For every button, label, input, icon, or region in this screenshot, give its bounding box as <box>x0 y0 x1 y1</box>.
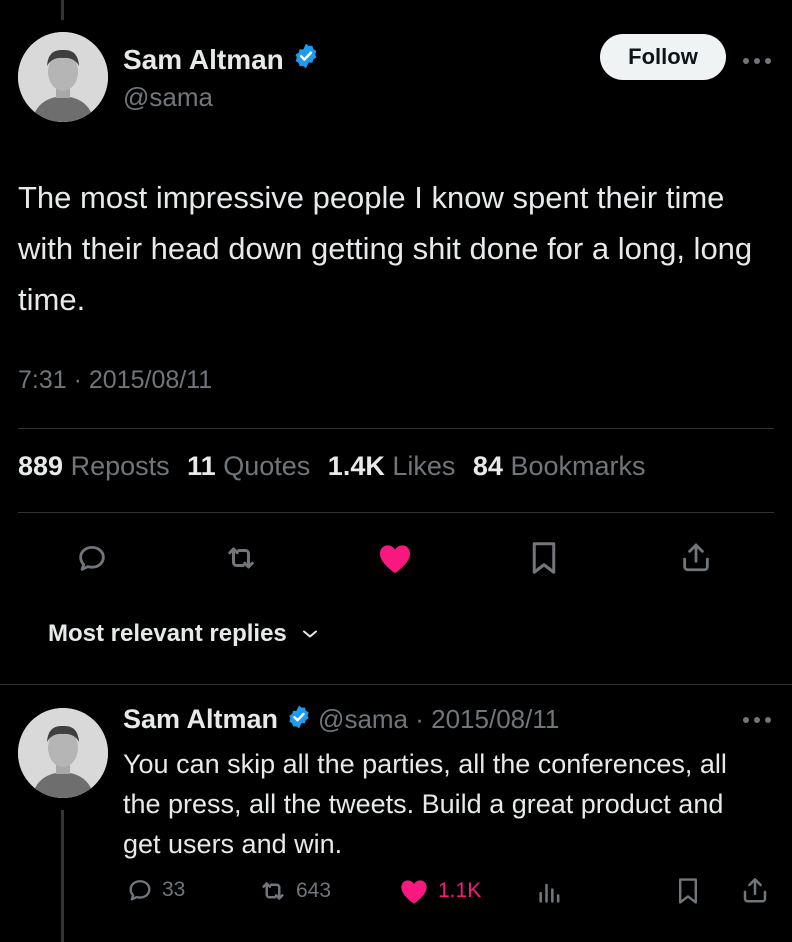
repost-icon <box>262 882 284 900</box>
tweet-timestamp[interactable]: 7:31 · 2015/08/11 <box>18 366 212 395</box>
reply-avatar[interactable] <box>18 708 108 798</box>
like-button[interactable] <box>374 538 416 578</box>
avatar-photo <box>18 32 108 122</box>
more-icon[interactable] <box>742 42 772 73</box>
heart-icon <box>379 545 411 574</box>
reply-author-name[interactable]: Sam Altman <box>123 704 278 735</box>
author-handle[interactable]: @sama <box>123 82 213 113</box>
bookmark-icon <box>532 542 556 574</box>
reply-bookmark-button[interactable] <box>676 876 700 906</box>
bookmark-button[interactable] <box>526 538 562 578</box>
reply-reply-button[interactable]: 33 <box>126 876 185 904</box>
reply-analytics-button[interactable] <box>536 878 564 906</box>
share-icon <box>743 878 767 903</box>
reply-icon <box>79 545 105 571</box>
replies-filter[interactable]: Most relevant replies <box>48 620 319 648</box>
author-name[interactable]: Sam Altman <box>123 44 284 76</box>
likes-stat[interactable]: 1.4K Likes <box>328 451 456 481</box>
follow-button[interactable]: Follow <box>600 34 726 80</box>
reply-repost-button[interactable]: 643 <box>258 876 331 906</box>
verified-badge-icon <box>286 704 312 735</box>
reply-text: You can skip all the parties, all the co… <box>123 749 727 859</box>
share-button[interactable] <box>676 536 716 578</box>
tweet-text: The most impressive people I know spent … <box>18 180 753 317</box>
repost-count: 643 <box>296 879 332 902</box>
divider <box>0 684 792 685</box>
engagement-stats: 889 Reposts 11 Quotes 1.4K Likes 84 Book… <box>18 451 646 482</box>
reply-like-button[interactable]: 1.1K <box>398 876 481 906</box>
tweet-time: 7:31 <box>18 366 67 394</box>
reply-count: 33 <box>162 878 186 901</box>
avatar[interactable] <box>18 32 108 122</box>
quotes-stat[interactable]: 11 Quotes <box>187 451 310 481</box>
author-name-row[interactable]: Sam Altman <box>123 42 320 77</box>
repost-icon <box>228 547 254 569</box>
analytics-icon <box>539 883 560 903</box>
bookmark-icon <box>679 878 697 904</box>
divider <box>18 512 774 513</box>
verified-badge-icon <box>292 42 320 77</box>
reply-header: Sam Altman @sama · 2015/08/11 <box>123 704 559 735</box>
share-icon <box>683 543 709 572</box>
repost-button[interactable] <box>220 538 262 578</box>
divider <box>18 428 774 429</box>
reply-more-icon[interactable] <box>742 712 772 730</box>
chevron-down-icon <box>302 630 317 638</box>
reply-icon <box>129 880 151 901</box>
timestamp-separator: · <box>66 366 89 394</box>
reposts-stat[interactable]: 889 Reposts <box>18 451 170 481</box>
avatar-photo <box>18 708 108 798</box>
bookmarks-stat[interactable]: 84 Bookmarks <box>473 451 646 481</box>
replies-filter-label: Most relevant replies <box>48 620 287 647</box>
tweet-date: 2015/08/11 <box>88 366 213 394</box>
thread-line <box>61 810 64 942</box>
reply-handle-date[interactable]: @sama · 2015/08/11 <box>318 704 559 735</box>
reply-share-button[interactable] <box>740 874 770 906</box>
thread-line <box>61 0 64 20</box>
heart-icon <box>401 880 427 904</box>
like-count: 1.1K <box>438 879 482 902</box>
reply-button[interactable] <box>72 538 112 578</box>
